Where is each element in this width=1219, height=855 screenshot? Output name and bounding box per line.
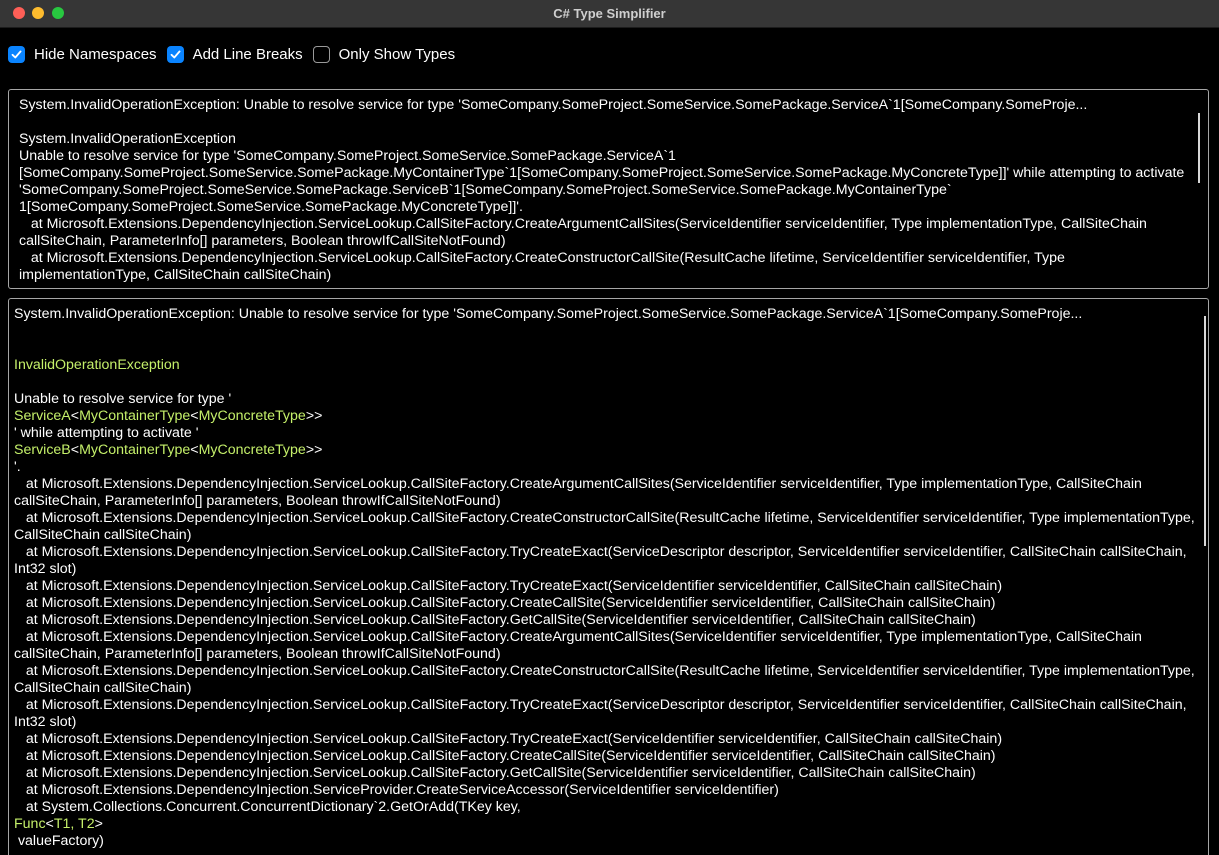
func-type: Func<T1, T2> xyxy=(14,816,103,832)
input-summary-line: System.InvalidOperationException: Unable… xyxy=(19,97,1088,113)
while-line: ' while attempting to activate ' xyxy=(14,425,199,441)
input-scrollbar[interactable] xyxy=(1198,113,1200,183)
window-titlebar: C# Type Simplifier xyxy=(0,0,1219,28)
value-factory-line: valueFactory) xyxy=(14,833,104,849)
checkbox-label: Hide Namespaces xyxy=(34,45,157,63)
quote-end: '. xyxy=(14,459,21,475)
unable-line: Unable to resolve service for type ' xyxy=(14,391,232,407)
checkmark-icon xyxy=(170,50,181,58)
input-body: Unable to resolve service for type 'Some… xyxy=(19,148,1185,283)
checkbox-unchecked[interactable] xyxy=(312,45,330,63)
exception-type-name: InvalidOperationException xyxy=(14,357,180,373)
output-text-panel[interactable]: System.InvalidOperationException: Unable… xyxy=(8,298,1209,855)
checkbox-checked[interactable] xyxy=(166,45,184,63)
checkmark-icon xyxy=(11,50,22,58)
checkbox-label: Add Line Breaks xyxy=(192,45,303,63)
output-scrollbar[interactable] xyxy=(1204,316,1206,546)
only-show-types-checkbox[interactable]: Only Show Types xyxy=(312,45,456,63)
checkbox-checked[interactable] xyxy=(8,45,25,63)
input-text[interactable]: System.InvalidOperationException: Unable… xyxy=(19,97,1188,284)
hide-namespaces-checkbox[interactable]: Hide Namespaces xyxy=(8,45,157,63)
add-line-breaks-checkbox[interactable]: Add Line Breaks xyxy=(166,45,303,63)
checkbox-label: Only Show Types xyxy=(338,45,456,63)
window-title: C# Type Simplifier xyxy=(553,6,666,21)
output-text[interactable]: System.InvalidOperationException: Unable… xyxy=(14,306,1202,850)
stack-trace: at Microsoft.Extensions.DependencyInject… xyxy=(14,476,1195,815)
input-text-panel[interactable]: System.InvalidOperationException: Unable… xyxy=(8,89,1209,289)
output-summary-line: System.InvalidOperationException: Unable… xyxy=(14,306,1083,322)
options-toolbar: Hide Namespaces Add Line Breaks Only Sho… xyxy=(8,43,465,65)
input-exception-type: System.InvalidOperationException xyxy=(19,131,236,147)
service-b-type: ServiceB<MyContainerType<MyConcreteType>… xyxy=(14,442,323,458)
service-a-type: ServiceA<MyContainerType<MyConcreteType>… xyxy=(14,408,323,424)
